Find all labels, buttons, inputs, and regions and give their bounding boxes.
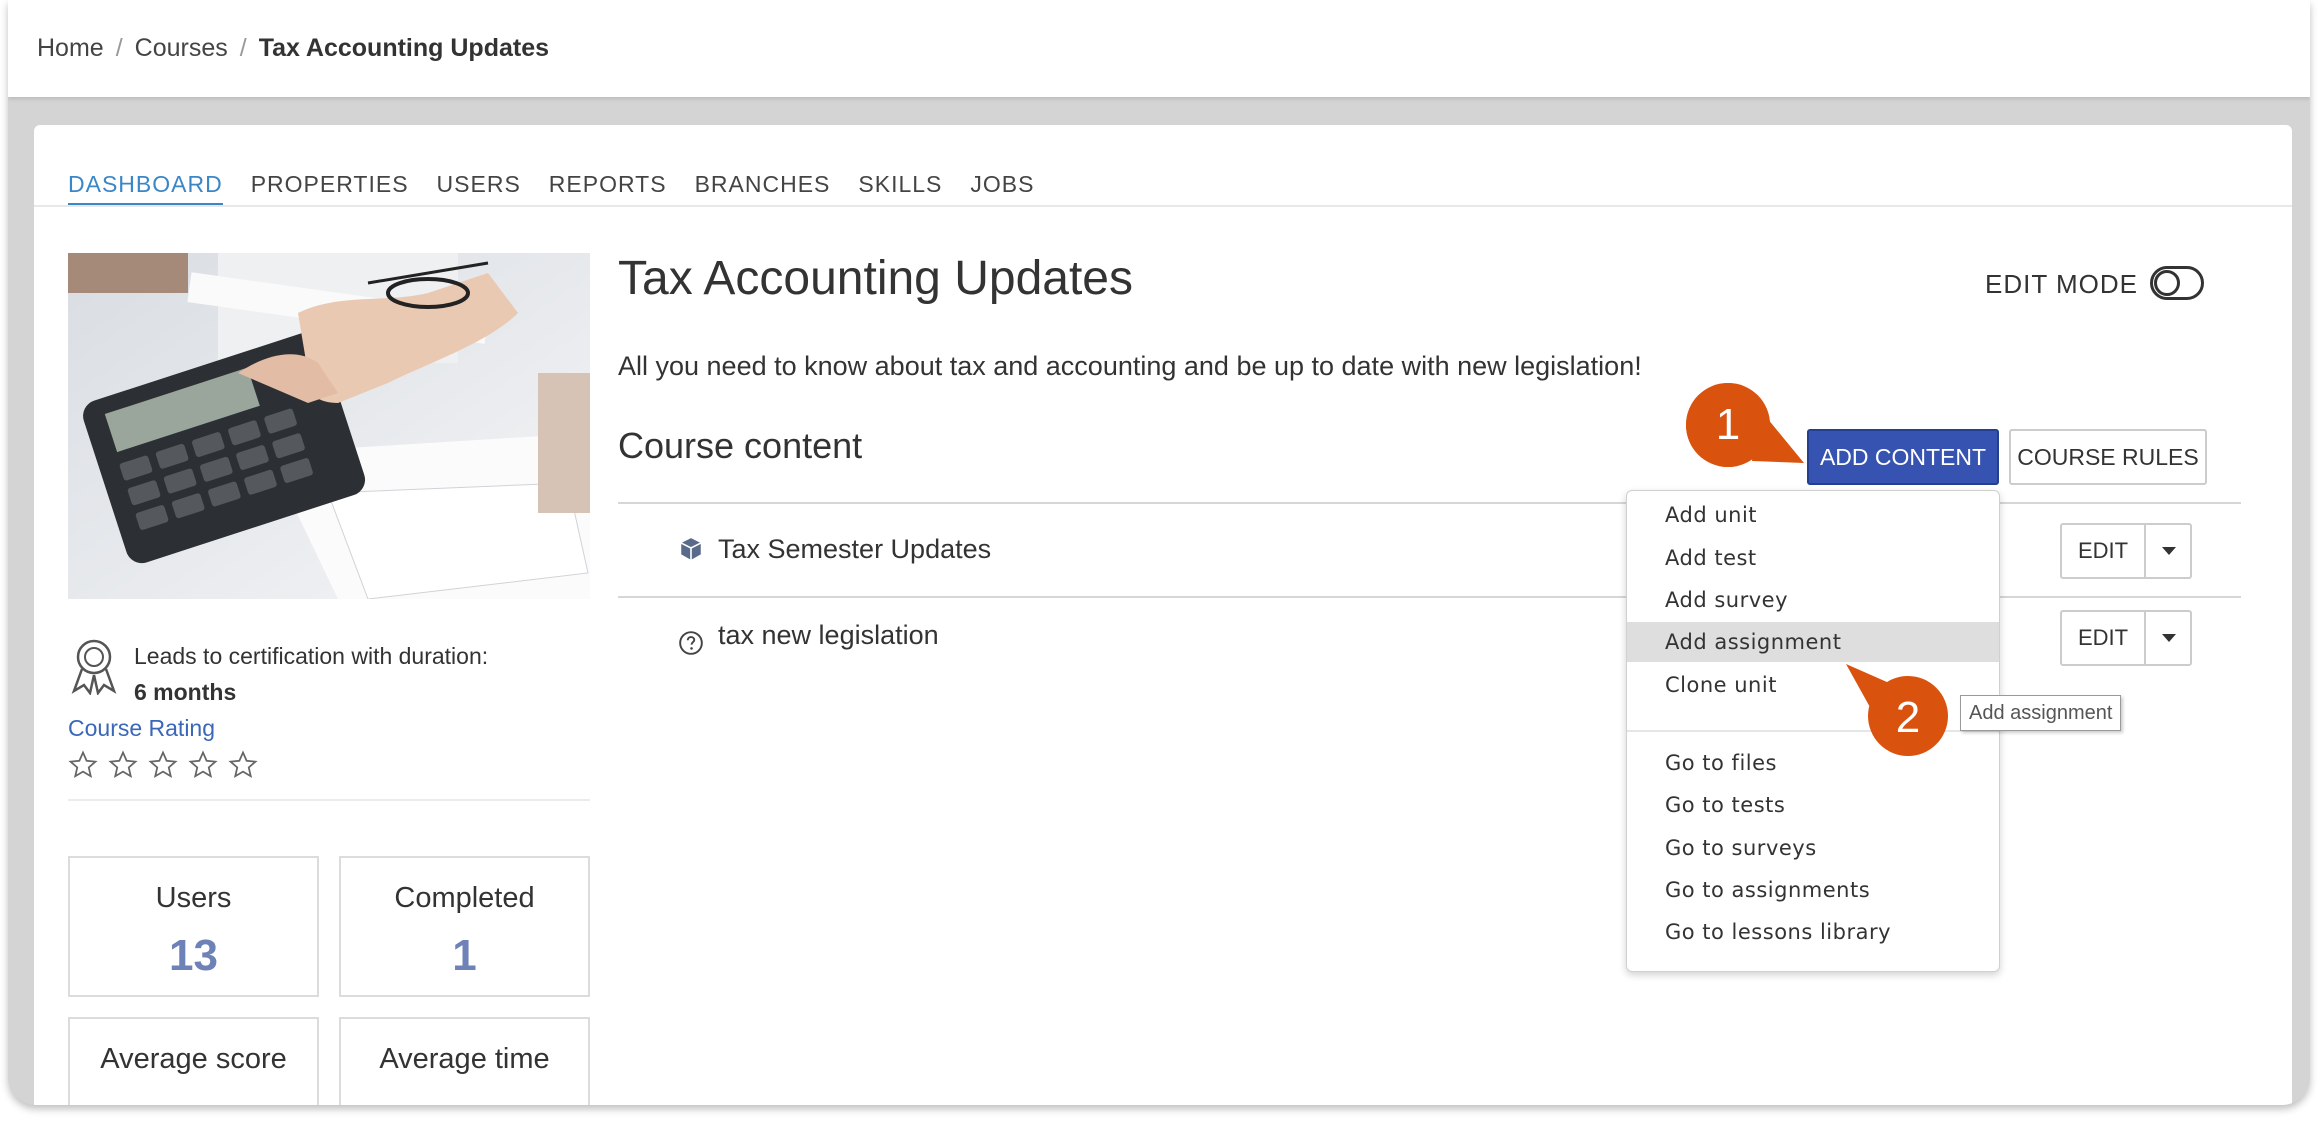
star-icon[interactable] <box>188 750 228 784</box>
breadcrumb-separator: / <box>239 34 247 62</box>
stat-completed-value: 1 <box>452 931 477 980</box>
stat-users-value: 13 <box>169 931 218 980</box>
menu-item-add-test[interactable]: Add test <box>1627 538 1999 578</box>
menu-item-go-to-lessons-library[interactable]: Go to lessons library <box>1627 912 1999 952</box>
tab-properties[interactable]: PROPERTIES <box>251 171 409 206</box>
chevron-down-icon[interactable] <box>2146 525 2190 577</box>
tab-users[interactable]: USERS <box>437 171 521 206</box>
menu-item-go-to-tests[interactable]: Go to tests <box>1627 785 1999 825</box>
chevron-down-icon[interactable] <box>2146 612 2190 664</box>
course-rules-button[interactable]: COURSE RULES <box>2009 429 2207 485</box>
course-content-heading: Course content <box>618 425 863 466</box>
tab-dashboard[interactable]: DASHBOARD <box>68 171 223 206</box>
unit-title[interactable]: tax new legislation <box>718 620 939 651</box>
tab-skills[interactable]: SKILLS <box>858 171 942 206</box>
add-content-button[interactable]: ADD CONTENT <box>1807 429 1999 485</box>
tab-bar: DASHBOARD PROPERTIES USERS REPORTS BRANC… <box>68 171 1062 206</box>
top-bar: Home / Courses / Tax Accounting Updates <box>8 0 2310 97</box>
certification-duration: 6 months <box>134 679 237 705</box>
cube-icon <box>678 536 704 562</box>
certificate-ribbon-icon <box>68 635 120 696</box>
course-rating-link[interactable]: Course Rating <box>68 715 215 742</box>
question-circle-icon <box>678 630 704 656</box>
star-icon[interactable] <box>228 750 268 784</box>
unit-title[interactable]: Tax Semester Updates <box>718 534 991 565</box>
tab-divider <box>34 205 2292 207</box>
edit-mode-toggle[interactable] <box>2150 266 2204 300</box>
screen: Home / Courses / Tax Accounting Updates … <box>0 0 2324 1125</box>
stat-average-time-label: Average time <box>379 1043 550 1075</box>
breadcrumb-current: Tax Accounting Updates <box>258 34 549 62</box>
stat-average-score-label: Average score <box>100 1043 287 1075</box>
stat-average-time: Average time <box>339 1017 590 1105</box>
star-icon[interactable] <box>68 750 108 784</box>
star-icon[interactable] <box>108 750 148 784</box>
tab-branches[interactable]: BRANCHES <box>695 171 831 206</box>
callout-1: 1 <box>1680 377 1810 492</box>
callout-1-number: 1 <box>1716 400 1740 449</box>
edit-mode-label: EDIT MODE <box>1985 269 2138 299</box>
edit-button[interactable]: EDIT <box>2062 525 2146 577</box>
breadcrumb-courses[interactable]: Courses <box>135 34 228 63</box>
course-image <box>68 253 590 599</box>
breadcrumb-home[interactable]: Home <box>37 34 104 63</box>
course-title: Tax Accounting Updates <box>618 252 1133 305</box>
tooltip: Add assignment <box>1960 695 2122 731</box>
tab-reports[interactable]: REPORTS <box>549 171 667 206</box>
stat-completed: Completed 1 <box>339 856 590 997</box>
certification-text: Leads to certification with duration: <box>134 643 489 669</box>
stat-users-label: Users <box>155 882 232 914</box>
stat-completed-label: Completed <box>394 882 535 914</box>
menu-item-add-survey[interactable]: Add survey <box>1627 580 1999 620</box>
course-card: DASHBOARD PROPERTIES USERS REPORTS BRANC… <box>34 125 2292 1105</box>
course-description: All you need to know about tax and accou… <box>618 351 1642 381</box>
unit-edit-group: EDIT <box>2060 610 2192 666</box>
callout-2: 2 <box>1836 660 1966 765</box>
menu-item-go-to-assignments[interactable]: Go to assignments <box>1627 870 1999 910</box>
tab-jobs[interactable]: JOBS <box>970 171 1034 206</box>
menu-item-add-unit[interactable]: Add unit <box>1627 495 1999 535</box>
callout-2-number: 2 <box>1896 693 1920 742</box>
star-icon[interactable] <box>148 750 188 784</box>
stat-average-score: Average score <box>68 1017 319 1105</box>
left-divider <box>68 799 590 801</box>
rating-stars[interactable] <box>68 750 268 784</box>
menu-item-add-assignment[interactable]: Add assignment <box>1627 622 1999 662</box>
breadcrumb-separator: / <box>115 34 123 62</box>
unit-edit-group: EDIT <box>2060 523 2192 579</box>
app-window: Home / Courses / Tax Accounting Updates … <box>8 0 2310 1105</box>
menu-item-go-to-surveys[interactable]: Go to surveys <box>1627 828 1999 868</box>
stat-users: Users 13 <box>68 856 319 997</box>
breadcrumb: Home / Courses / Tax Accounting Updates <box>37 34 549 63</box>
edit-button[interactable]: EDIT <box>2062 612 2146 664</box>
